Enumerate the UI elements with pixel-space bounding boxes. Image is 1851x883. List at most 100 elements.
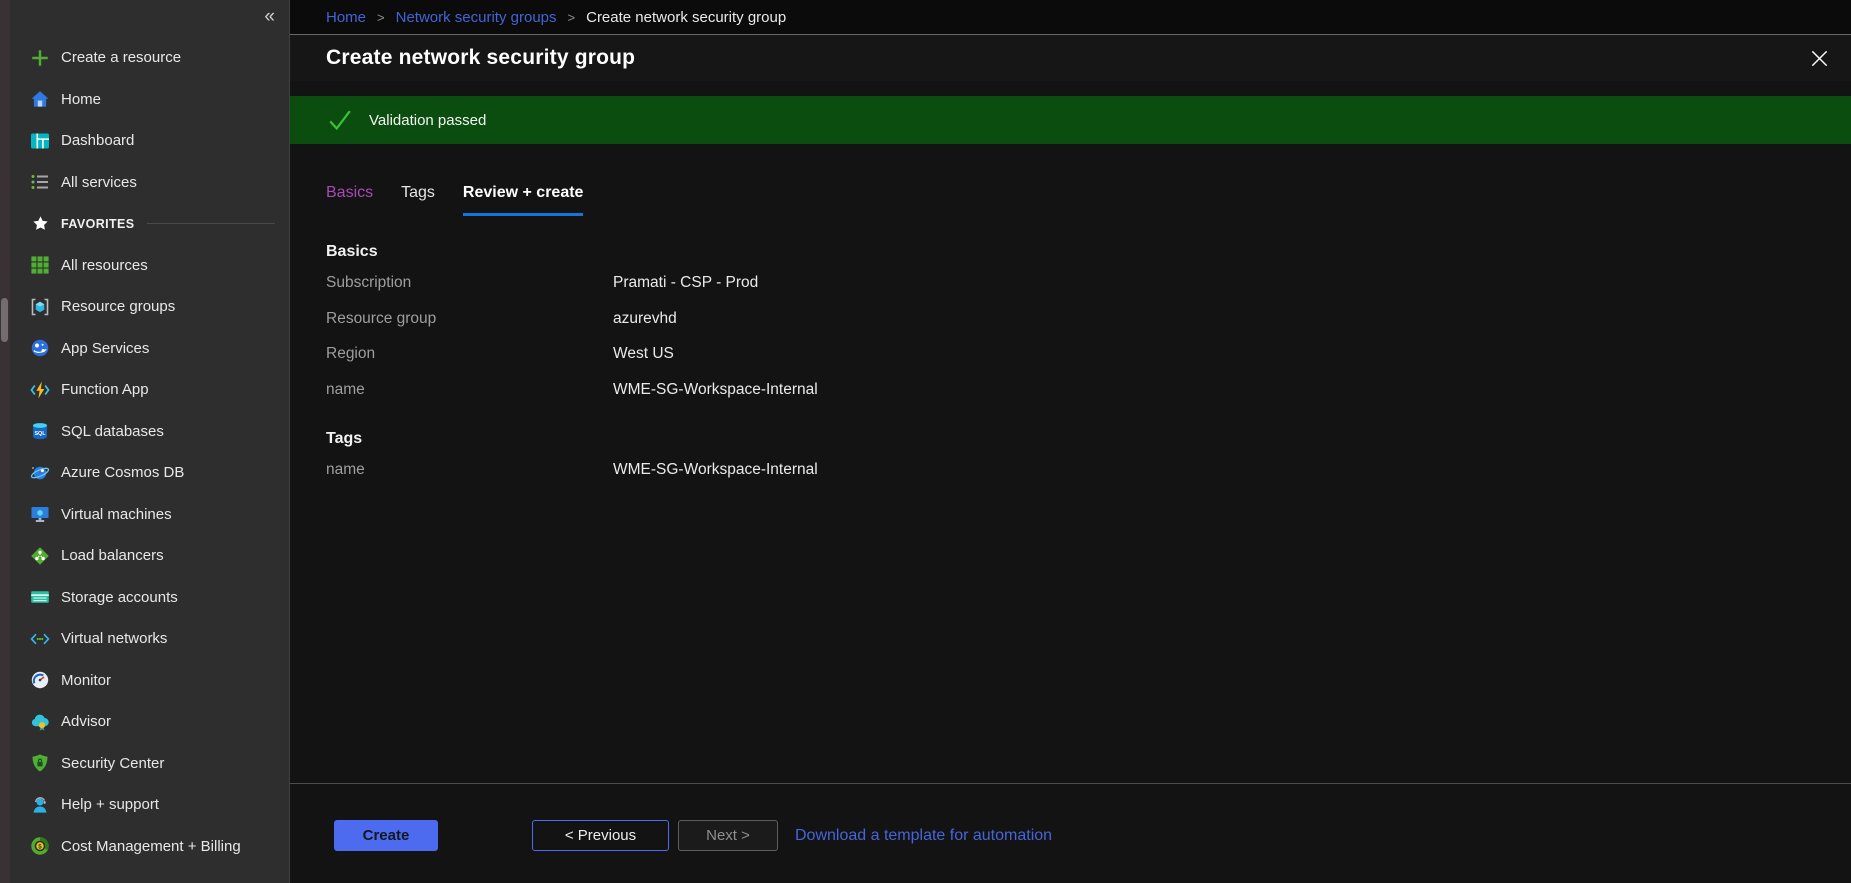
breadcrumb-separator: >: [377, 10, 385, 25]
sidebar-item-virtual-networks[interactable]: Virtual networks: [10, 618, 289, 660]
review-row-name: nameWME-SG-Workspace-Internal: [326, 457, 1851, 484]
review-row-label: Region: [326, 345, 613, 363]
function-app-icon: [30, 380, 50, 400]
plus-icon: [30, 48, 50, 68]
sidebar-item-help-support[interactable]: Help + support: [10, 784, 289, 826]
sidebar-item-resource-groups[interactable]: Resource groups: [10, 286, 289, 328]
cosmos-db-icon: [30, 463, 50, 483]
virtual-machine-icon: [30, 504, 50, 524]
list-icon: [30, 172, 50, 192]
help-support-icon: [30, 795, 50, 815]
sidebar-section-label: FAVORITES: [61, 217, 135, 231]
create-button[interactable]: Create: [334, 820, 438, 851]
svg-text:SQL: SQL: [34, 431, 46, 437]
azure-portal-window: « Create a resource Home Dashboard All serv…: [0, 0, 1851, 883]
monitor-icon: [30, 670, 50, 690]
sidebar-item-label: Help + support: [61, 796, 159, 813]
next-button[interactable]: Next >: [678, 820, 778, 851]
sidebar-nav-list: Create a resource Home Dashboard All servic…: [10, 0, 289, 867]
sidebar-item-app-services[interactable]: App Services: [10, 328, 289, 370]
download-template-link[interactable]: Download a template for automation: [795, 820, 1052, 851]
sidebar-item-security-center[interactable]: Security Center: [10, 743, 289, 785]
sidebar-item-all-services[interactable]: All services: [10, 162, 289, 204]
breadcrumb-separator: >: [568, 10, 576, 25]
sidebar-item-label: Advisor: [61, 713, 111, 730]
review-row-label: name: [326, 461, 613, 479]
page-title: Create network security group: [326, 46, 635, 70]
review-row-label: Subscription: [326, 274, 613, 292]
breadcrumb: Home > Network security groups > Create …: [290, 0, 1851, 35]
svg-text:$: $: [38, 844, 42, 851]
review-row-value: azurevhd: [613, 310, 1851, 328]
tab-basics[interactable]: Basics: [326, 184, 373, 216]
sidebar-item-label: Resource groups: [61, 298, 175, 315]
sql-database-icon: SQL: [30, 421, 50, 441]
section-heading-tags: Tags: [326, 430, 1851, 448]
sidebar-item-label: All services: [61, 174, 137, 191]
tab-bar: Basics Tags Review + create: [326, 184, 1851, 216]
grid-icon: [30, 255, 50, 275]
dashboard-icon: [30, 131, 50, 151]
scrollbar-thumb[interactable]: [1, 298, 8, 342]
section-heading-basics: Basics: [326, 243, 1851, 261]
review-row-region: RegionWest US: [326, 341, 1851, 368]
sidebar-item-virtual-machines[interactable]: Virtual machines: [10, 494, 289, 536]
sidebar-item-label: Monitor: [61, 672, 111, 689]
sidebar-item-label: SQL databases: [61, 423, 164, 440]
sidebar-item-dashboard[interactable]: Dashboard: [10, 120, 289, 162]
previous-button[interactable]: < Previous: [532, 820, 669, 851]
review-row-value: Pramati - CSP - Prod: [613, 274, 1851, 292]
review-row-label: name: [326, 381, 613, 399]
review-row-value: West US: [613, 345, 1851, 363]
close-icon[interactable]: [1807, 46, 1831, 70]
sidebar-item-label: Home: [61, 91, 101, 108]
load-balancer-icon: [30, 546, 50, 566]
sidebar-item-home[interactable]: Home: [10, 79, 289, 121]
sidebar-item-sql-databases[interactable]: SQL SQL databases: [10, 411, 289, 453]
blade-title-bar: Create network security group: [290, 35, 1851, 81]
collapse-sidebar-icon[interactable]: «: [264, 7, 275, 26]
tab-review-create[interactable]: Review + create: [463, 184, 584, 216]
tab-tags[interactable]: Tags: [401, 184, 435, 216]
sidebar-item-azure-cosmos-db[interactable]: Azure Cosmos DB: [10, 452, 289, 494]
breadcrumb-current-page: Create network security group: [586, 9, 786, 26]
review-row-subscription: SubscriptionPramati - CSP - Prod: [326, 270, 1851, 297]
validation-passed-banner: Validation passed: [290, 96, 1851, 144]
footer-action-bar: Create < Previous Next > Download a temp…: [290, 783, 1851, 883]
virtual-network-icon: [30, 629, 50, 649]
sidebar-item-all-resources[interactable]: All resources: [10, 245, 289, 287]
sidebar-item-label: Azure Cosmos DB: [61, 464, 184, 481]
sidebar-item-label: Virtual machines: [61, 506, 172, 523]
sidebar-section-favorites: FAVORITES: [10, 203, 289, 245]
sidebar-item-label: Virtual networks: [61, 630, 167, 647]
sidebar-item-storage-accounts[interactable]: Storage accounts: [10, 577, 289, 619]
home-icon: [30, 89, 50, 109]
sidebar-item-monitor[interactable]: Monitor: [10, 660, 289, 702]
validation-banner-text: Validation passed: [369, 112, 486, 129]
sidebar-item-label: App Services: [61, 340, 149, 357]
review-row-name: nameWME-SG-Workspace-Internal: [326, 377, 1851, 404]
sidebar-item-load-balancers[interactable]: Load balancers: [10, 535, 289, 577]
sidebar-item-cost-management-billing[interactable]: $Cost Management + Billing: [10, 826, 289, 868]
sidebar-item-function-app[interactable]: Function App: [10, 369, 289, 411]
storage-account-icon: [30, 587, 50, 607]
app-services-icon: [30, 338, 50, 358]
sidebar-item-label: Storage accounts: [61, 589, 178, 606]
star-icon: [32, 215, 49, 232]
sidebar-item-create-a-resource[interactable]: Create a resource: [10, 37, 289, 79]
sidebar-item-label: Load balancers: [61, 547, 164, 564]
breadcrumb-link-network-security-groups[interactable]: Network security groups: [396, 9, 557, 26]
sidebar-item-label: All resources: [61, 257, 148, 274]
main-panel: Home > Network security groups > Create …: [290, 0, 1851, 883]
sidebar-item-advisor[interactable]: Advisor: [10, 701, 289, 743]
sidebar-item-label: Dashboard: [61, 132, 134, 149]
security-center-icon: [30, 753, 50, 773]
sidebar-item-label: Security Center: [61, 755, 164, 772]
breadcrumb-link-home[interactable]: Home: [326, 9, 366, 26]
review-row-value: WME-SG-Workspace-Internal: [613, 381, 1851, 399]
section-divider: [147, 223, 275, 224]
cost-management-icon: $: [30, 836, 50, 856]
advisor-icon: [30, 712, 50, 732]
review-create-content: Basics Tags Review + create Basics Subscr…: [290, 144, 1851, 783]
checkmark-icon: [326, 106, 354, 134]
